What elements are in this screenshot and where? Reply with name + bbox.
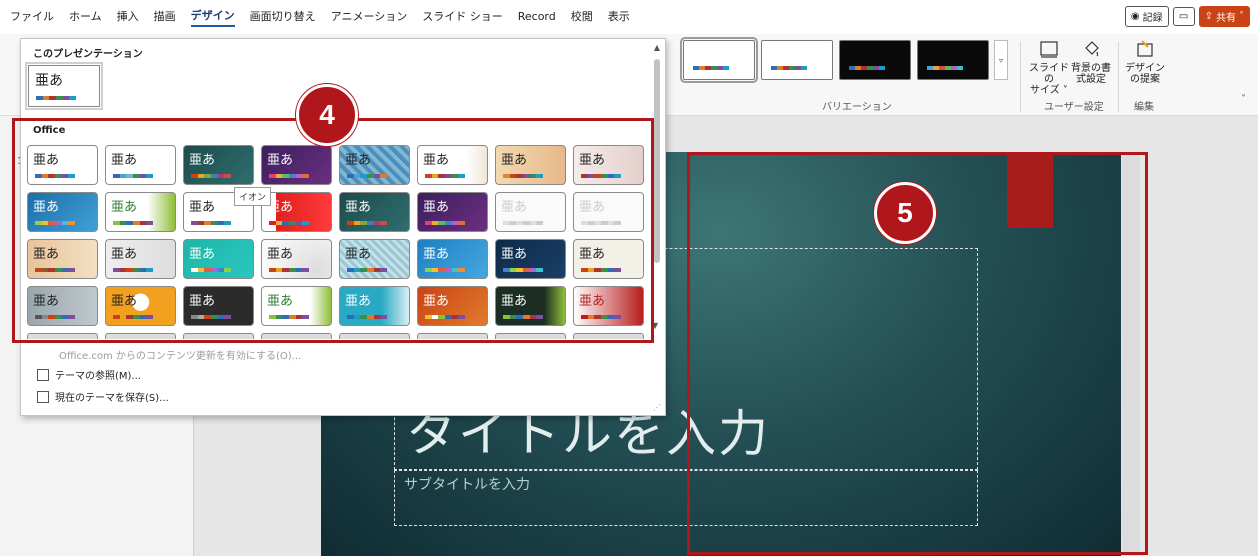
current-theme-tile[interactable]: 亜あ <box>25 62 103 110</box>
enable-updates-label: Office.com からのコンテンツ更新を有効にする(O)... <box>59 351 302 362</box>
tab-design[interactable]: デザイン <box>190 7 235 27</box>
variations-group-label: バリエーション <box>822 102 892 113</box>
record-button[interactable]: ◉ 記録 <box>1124 6 1169 27</box>
browse-themes-label: テーマの参照(M)... <box>55 371 141 382</box>
save-icon <box>37 390 49 403</box>
variants-more-button[interactable]: ▿ <box>994 40 1008 80</box>
menubar-actions: ◉ 記録 ▭ ⇪ 共有 ˅ <box>1124 6 1250 27</box>
resize-grip-icon[interactable]: ⋰ <box>653 403 661 412</box>
background-format-button[interactable]: 背景の書 式設定 <box>1068 38 1114 85</box>
share-label: 共有 <box>1216 13 1236 24</box>
record-icon: ◉ <box>1130 11 1140 22</box>
subtitle-placeholder-text: サブタイトルを入力 <box>404 477 530 493</box>
share-button[interactable]: ⇪ 共有 ˅ <box>1198 6 1250 27</box>
scrollbar-thumb[interactable] <box>654 59 660 263</box>
save-current-theme-label: 現在のテーマを保存(S)... <box>55 393 169 404</box>
variant-4[interactable] <box>917 40 989 80</box>
design-ideas-button[interactable]: デザイン の提案 <box>1122 38 1168 85</box>
design-ideas-label: デザイン の提案 <box>1125 63 1165 85</box>
enable-content-updates-link[interactable]: Office.com からのコンテンツ更新を有効にする(O)... <box>59 347 301 362</box>
slide-size-icon <box>1040 41 1058 58</box>
user-settings-group-label: ユーザー設定 <box>1044 102 1104 113</box>
slide-size-button[interactable]: スライドの サイズ ˅ <box>1026 38 1072 96</box>
save-current-theme-item[interactable]: 現在のテーマを保存(S)... <box>37 389 169 404</box>
highlight-box-themes <box>12 118 654 343</box>
ribbon-tabs: ファイル ホーム 挿入 描画 デザイン 画面切り替え アニメーション スライド … <box>0 0 1258 34</box>
comments-button[interactable]: ▭ <box>1172 7 1195 26</box>
paint-bucket-icon <box>1085 41 1099 57</box>
comment-icon: ▭ <box>1178 11 1189 22</box>
step-badge-5: 5 <box>874 182 936 244</box>
browse-themes-icon <box>37 368 49 381</box>
background-format-label: 背景の書 式設定 <box>1071 63 1111 85</box>
design-ideas-icon <box>1137 40 1153 57</box>
variant-2[interactable] <box>761 40 833 80</box>
variant-1[interactable] <box>680 37 758 83</box>
chevron-down-icon: ˅ <box>1239 11 1244 22</box>
tab-review[interactable]: 校閲 <box>571 8 593 26</box>
tab-record[interactable]: Record <box>518 10 556 25</box>
tab-draw[interactable]: 描画 <box>154 8 176 26</box>
ribbon-collapse-icon[interactable]: ˅ <box>1241 94 1246 105</box>
browse-themes-item[interactable]: テーマの参照(M)... <box>37 367 141 382</box>
scroll-up-icon[interactable]: ▲ <box>652 43 662 52</box>
tab-file[interactable]: ファイル <box>10 8 54 26</box>
ribbon-separator <box>1118 42 1119 112</box>
record-label: 記録 <box>1142 13 1163 24</box>
this-presentation-header: このプレゼンテーション <box>33 49 143 60</box>
variants-gallery <box>680 37 989 83</box>
slide-size-label: スライドの サイズ ˅ <box>1029 63 1069 96</box>
tab-animations[interactable]: アニメーション <box>331 8 408 26</box>
ribbon-separator <box>1020 42 1021 112</box>
theme-sample-text: 亜あ <box>35 73 63 89</box>
edit-group-label: 編集 <box>1134 102 1154 113</box>
tab-insert[interactable]: 挿入 <box>117 8 139 26</box>
tab-home[interactable]: ホーム <box>69 8 102 26</box>
tab-view[interactable]: 表示 <box>608 8 630 26</box>
tab-transitions[interactable]: 画面切り替え <box>250 8 316 26</box>
variant-3[interactable] <box>839 40 911 80</box>
step-badge-4: 4 <box>296 84 358 146</box>
tab-slideshow[interactable]: スライド ショー <box>422 8 503 26</box>
share-icon: ⇪ <box>1204 11 1213 22</box>
